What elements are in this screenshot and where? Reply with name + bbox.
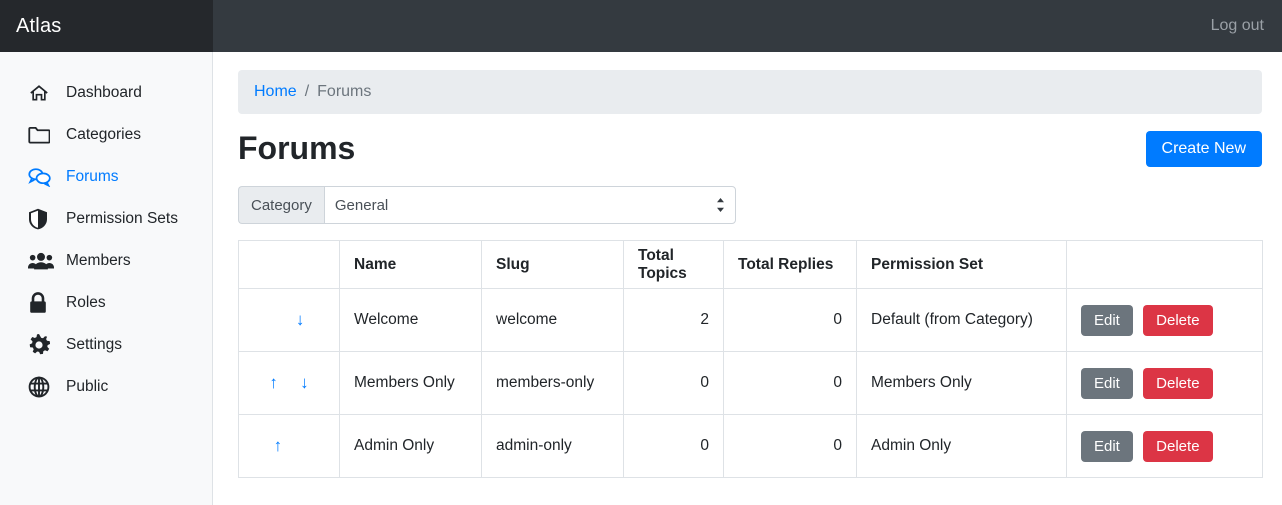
column-header-name: Name [340, 241, 482, 289]
category-select[interactable]: General [324, 186, 736, 224]
column-header-slug: Slug [482, 241, 624, 289]
delete-button[interactable]: Delete [1143, 431, 1212, 462]
order-cell: ↑ ↓ [239, 352, 340, 415]
sidebar-item-label: Forums [66, 168, 119, 186]
cell-name: Welcome [340, 289, 482, 352]
cell-total-topics: 2 [624, 289, 724, 352]
sidebar-item-dashboard[interactable]: Dashboard [0, 72, 212, 114]
breadcrumb: Home / Forums [238, 70, 1262, 114]
cell-slug: members-only [482, 352, 624, 415]
sidebar-item-members[interactable]: Members [0, 240, 212, 282]
top-navbar: Atlas Log out [0, 0, 1282, 52]
sidebar-item-permission-sets[interactable]: Permission Sets [0, 198, 212, 240]
sidebar-item-label: Members [66, 252, 131, 270]
edit-button[interactable]: Edit [1081, 431, 1133, 462]
move-up-icon[interactable]: ↑ [269, 374, 278, 391]
forums-table: Name Slug Total Topics Total Replies Per… [238, 240, 1263, 478]
folder-icon [28, 124, 54, 146]
table-row: ↑ Admin Only admin-only 0 0 Admin Only E… [239, 415, 1263, 478]
table-row: ↓ Welcome welcome 2 0 Default (from Cate… [239, 289, 1263, 352]
forums-table-wrapper: Name Slug Total Topics Total Replies Per… [238, 240, 1262, 478]
navbar-right-section: Log out [213, 17, 1282, 35]
breadcrumb-current: Forums [317, 83, 371, 101]
page-title: Forums [238, 131, 355, 166]
move-up-icon[interactable]: ↑ [274, 437, 283, 454]
move-down-icon[interactable]: ↓ [300, 374, 309, 391]
order-cell: ↑ [239, 415, 340, 478]
sidebar-item-label: Dashboard [66, 84, 142, 102]
main-content: Home / Forums Forums Create New Category… [213, 52, 1282, 505]
brand-title: Atlas [16, 15, 61, 38]
cell-total-replies: 0 [724, 415, 857, 478]
shield-icon [28, 208, 54, 230]
globe-icon [28, 376, 54, 398]
cell-total-topics: 0 [624, 415, 724, 478]
cell-actions: Edit Delete [1067, 352, 1263, 415]
column-header-total-topics: Total Topics [624, 241, 724, 289]
column-header-permission-set: Permission Set [857, 241, 1067, 289]
cell-slug: admin-only [482, 415, 624, 478]
cell-actions: Edit Delete [1067, 415, 1263, 478]
create-new-button[interactable]: Create New [1146, 131, 1262, 167]
cell-permission-set: Default (from Category) [857, 289, 1067, 352]
sidebar-item-public[interactable]: Public [0, 366, 212, 408]
sidebar-item-label: Permission Sets [66, 210, 178, 228]
cell-permission-set: Admin Only [857, 415, 1067, 478]
cell-total-replies: 0 [724, 352, 857, 415]
breadcrumb-home-link[interactable]: Home [254, 83, 297, 101]
table-body: ↓ Welcome welcome 2 0 Default (from Cate… [239, 289, 1263, 478]
sidebar-nav: Dashboard Categories Forums Perm [0, 52, 213, 505]
edit-button[interactable]: Edit [1081, 305, 1133, 336]
cell-total-topics: 0 [624, 352, 724, 415]
category-filter-label: Category [238, 186, 324, 224]
cell-slug: welcome [482, 289, 624, 352]
move-down-icon[interactable]: ↓ [296, 311, 305, 328]
cell-total-replies: 0 [724, 289, 857, 352]
cell-name: Admin Only [340, 415, 482, 478]
logout-link[interactable]: Log out [1211, 17, 1264, 35]
sidebar-item-label: Public [66, 378, 108, 396]
cell-name: Members Only [340, 352, 482, 415]
cell-actions: Edit Delete [1067, 289, 1263, 352]
table-head: Name Slug Total Topics Total Replies Per… [239, 241, 1263, 289]
delete-button[interactable]: Delete [1143, 368, 1212, 399]
column-header-total-replies: Total Replies [724, 241, 857, 289]
breadcrumb-separator: / [305, 83, 309, 101]
lock-icon [28, 292, 54, 314]
brand-area[interactable]: Atlas [0, 0, 213, 52]
delete-button[interactable]: Delete [1143, 305, 1212, 336]
column-header-actions [1067, 241, 1263, 289]
sidebar-item-label: Roles [66, 294, 106, 312]
sidebar-item-roles[interactable]: Roles [0, 282, 212, 324]
category-filter-row: Category General [238, 186, 1262, 224]
home-icon [28, 82, 54, 104]
page-header-row: Forums Create New [238, 128, 1262, 170]
sidebar-item-forums[interactable]: Forums [0, 156, 212, 198]
cell-permission-set: Members Only [857, 352, 1067, 415]
comments-icon [28, 166, 54, 188]
sidebar-item-settings[interactable]: Settings [0, 324, 212, 366]
gear-icon [28, 334, 54, 356]
users-icon [28, 250, 54, 272]
sidebar-item-categories[interactable]: Categories [0, 114, 212, 156]
sidebar-item-label: Settings [66, 336, 122, 354]
category-select-wrapper: General [324, 186, 736, 224]
column-header-order [239, 241, 340, 289]
edit-button[interactable]: Edit [1081, 368, 1133, 399]
order-cell: ↓ [239, 289, 340, 352]
sidebar-item-label: Categories [66, 126, 141, 144]
category-input-group: Category General [238, 186, 736, 224]
table-row: ↑ ↓ Members Only members-only 0 0 Member… [239, 352, 1263, 415]
table-header-row: Name Slug Total Topics Total Replies Per… [239, 241, 1263, 289]
